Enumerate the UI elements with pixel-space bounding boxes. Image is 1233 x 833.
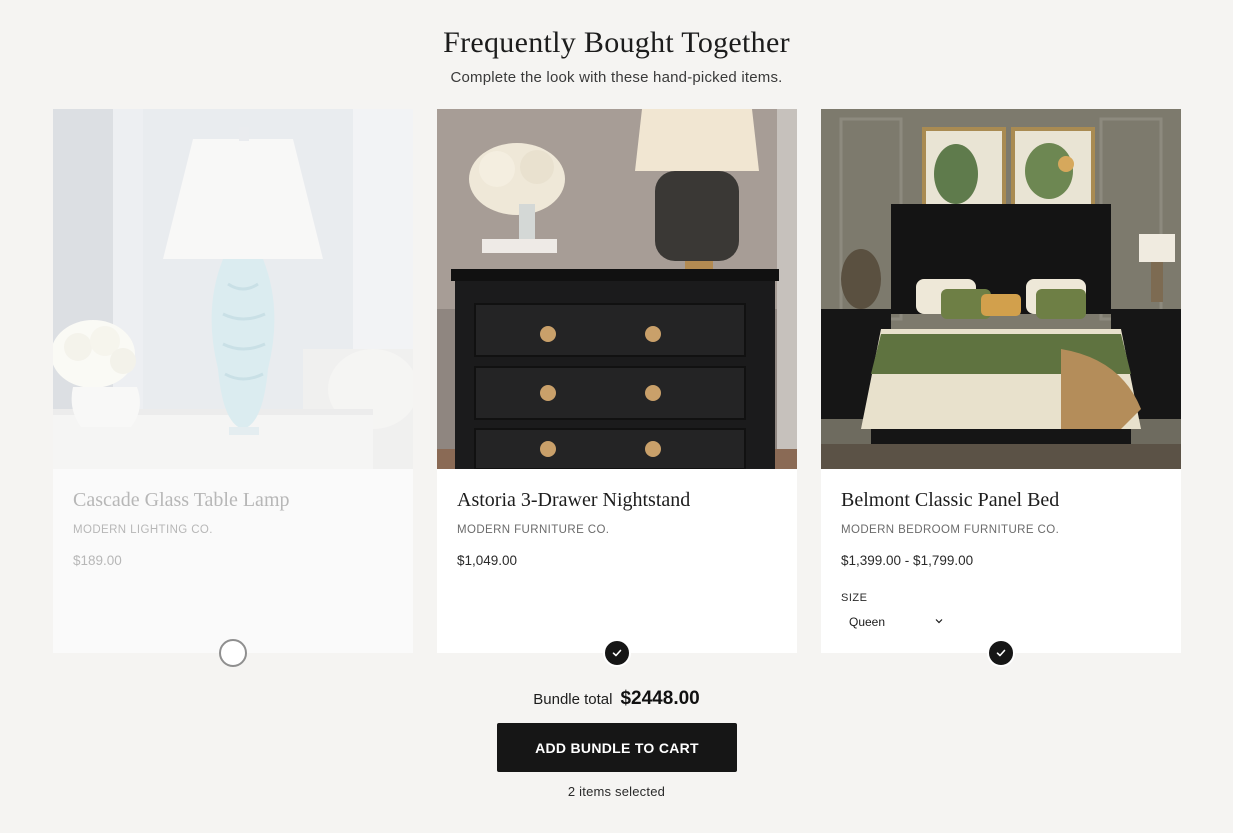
product-name[interactable]: Belmont Classic Panel Bed (841, 489, 1059, 512)
product-card-bed: Belmont Classic Panel Bed MODERN BEDROOM… (821, 109, 1181, 667)
bundle-total: Bundle total $2448.00 (0, 688, 1233, 710)
select-toggle-nightstand[interactable] (603, 639, 631, 667)
size-option-label: SIZE (841, 592, 868, 604)
add-bundle-to-cart-button[interactable]: ADD BUNDLE TO CART (497, 723, 737, 772)
product-image-bed[interactable] (821, 109, 1181, 469)
product-brand: MODERN LIGHTING CO. (73, 524, 213, 536)
select-toggle-bed[interactable] (987, 639, 1015, 667)
checkmark-icon (996, 649, 1006, 657)
product-price: $1,049.00 (457, 553, 518, 568)
product-image-lamp[interactable] (53, 109, 413, 469)
section-subtitle: Complete the look with these hand-picked… (450, 69, 783, 86)
product-brand: MODERN BEDROOM FURNITURE CO. (841, 524, 1060, 536)
size-select[interactable]: Queen (841, 611, 951, 633)
product-image-nightstand[interactable] (437, 109, 797, 469)
product-brand: MODERN FURNITURE CO. (457, 524, 610, 536)
product-name[interactable]: Cascade Glass Table Lamp (73, 489, 290, 512)
section-title: Frequently Bought Together (443, 26, 790, 59)
bundle-total-value: $2448.00 (620, 688, 700, 709)
checkmark-icon (612, 649, 622, 657)
select-toggle-lamp[interactable] (219, 639, 247, 667)
size-select-value: Queen (849, 615, 886, 629)
product-name[interactable]: Astoria 3-Drawer Nightstand (457, 489, 690, 512)
items-selected-count: 2 items selected (567, 784, 666, 799)
bundle-total-label: Bundle total (533, 691, 613, 708)
product-price: $189.00 (73, 553, 122, 568)
product-price: $1,399.00 - $1,799.00 (841, 553, 974, 568)
product-card-nightstand: Astoria 3-Drawer Nightstand MODERN FURNI… (437, 109, 797, 667)
chevron-down-icon (935, 619, 943, 624)
product-card-lamp: Cascade Glass Table Lamp MODERN LIGHTING… (53, 109, 413, 667)
